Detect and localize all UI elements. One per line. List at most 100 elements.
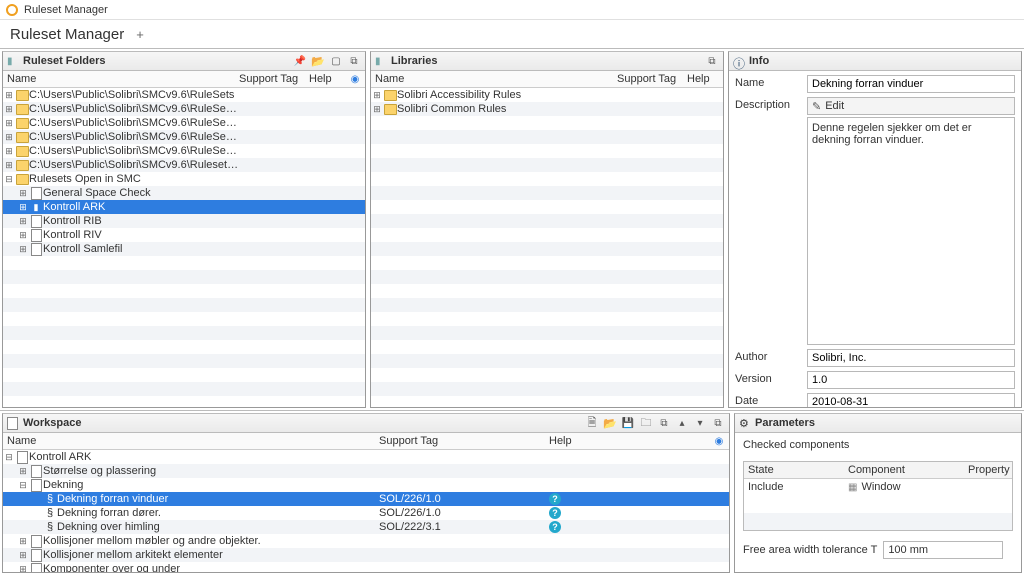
help-icon[interactable]: [549, 507, 561, 519]
expand-icon[interactable]: ⊞: [17, 564, 29, 573]
restore1-icon[interactable]: [657, 416, 671, 430]
restore2-icon[interactable]: [711, 416, 725, 430]
tree-row[interactable]: ⊟Kontroll ARK: [3, 450, 729, 464]
param-row[interactable]: Include Window: [744, 479, 1012, 496]
tree-row[interactable]: ⊞Kontroll RIB: [3, 214, 365, 228]
tree-row[interactable]: ⊞C:\Users\Public\Solibri\SMCv9.6\Ruleset…: [3, 158, 365, 172]
col-property[interactable]: Property: [964, 462, 1014, 478]
col-support[interactable]: Support Tag: [617, 73, 687, 85]
col-help[interactable]: Help: [687, 73, 723, 85]
move-up-icon[interactable]: [675, 416, 689, 430]
panel-header-info: Info: [729, 52, 1021, 71]
help-icon[interactable]: [549, 521, 561, 533]
expand-icon[interactable]: ⊞: [17, 466, 29, 477]
expand-icon[interactable]: ⊞: [3, 104, 15, 115]
restore-icon[interactable]: [347, 54, 361, 68]
tree-row[interactable]: ⊞C:\Users\Public\Solibri\SMCv9.6\RuleSet…: [3, 116, 365, 130]
tree-row[interactable]: ⊞ C:\Users\Public\Solibri\SMCv9.6\RuleSet…: [3, 88, 365, 102]
col-state[interactable]: State: [744, 462, 844, 478]
param-state: Include: [744, 479, 844, 496]
expand-icon[interactable]: ⊞: [17, 202, 29, 213]
tab-ruleset-manager[interactable]: Ruleset Manager: [10, 26, 124, 43]
col-name[interactable]: Name: [371, 73, 617, 85]
open-icon[interactable]: [603, 416, 617, 430]
libraries-tree[interactable]: ⊞Solibri Accessibility Rules⊞Solibri Com…: [371, 88, 723, 407]
info-author-input[interactable]: [807, 349, 1015, 367]
rule-icon: [43, 521, 57, 533]
tree-row[interactable]: ⊞Kollisjoner mellom arkitekt elementer: [3, 548, 729, 562]
expand-icon[interactable]: ⊞: [17, 550, 29, 561]
tree-row[interactable]: ⊟Dekning: [3, 478, 729, 492]
tree-row[interactable]: ⊞C:\Users\Public\Solibri\SMCv9.6\RuleSet…: [3, 130, 365, 144]
expand-icon[interactable]: ⊞: [3, 146, 15, 157]
expand-icon[interactable]: ⊟: [17, 480, 29, 491]
col-support[interactable]: Support Tag: [379, 435, 549, 447]
add-tab-button[interactable]: +: [132, 27, 148, 42]
free-area-value[interactable]: 100 mm: [883, 541, 1003, 559]
expand-icon[interactable]: ⊞: [3, 160, 15, 171]
tree-row[interactable]: ⊞Komponenter over og under: [3, 562, 729, 572]
move-down-icon[interactable]: [693, 416, 707, 430]
rule-icon: [43, 493, 57, 505]
tree-label: Dekning forran dører.: [57, 507, 379, 519]
col-support[interactable]: Support Tag: [239, 73, 309, 85]
support-tag: SOL/222/3.1: [379, 521, 549, 533]
tree-row[interactable]: ⊞C:\Users\Public\Solibri\SMCv9.6\RuleSet…: [3, 144, 365, 158]
saveas-icon[interactable]: [639, 416, 653, 430]
folders-tree[interactable]: ⊞ C:\Users\Public\Solibri\SMCv9.6\RuleSet…: [3, 88, 365, 407]
tree-row[interactable]: Dekning over himlingSOL/222/3.1: [3, 520, 729, 534]
tree-row[interactable]: ⊞Solibri Common Rules: [371, 102, 723, 116]
tree-row[interactable]: ⊞Kontroll Samlefil: [3, 242, 365, 256]
tree-label: C:\Users\Public\Solibri\SMCv9.6\RuleSets: [29, 89, 239, 101]
edit-button[interactable]: Edit: [825, 100, 844, 112]
new-icon[interactable]: [585, 416, 599, 430]
help-icon[interactable]: [549, 493, 561, 505]
save-icon[interactable]: [621, 416, 635, 430]
ruleset-icon: [29, 187, 43, 200]
tree-label: Størrelse og plassering: [43, 465, 379, 477]
expand-icon[interactable]: ⊞: [371, 90, 383, 101]
expand-icon[interactable]: ⊞: [3, 118, 15, 129]
info-version-input[interactable]: [807, 371, 1015, 389]
tree-row[interactable]: ⊞Solibri Accessibility Rules: [371, 88, 723, 102]
col-help[interactable]: Help: [309, 73, 345, 85]
tree-label: C:\Users\Public\Solibri\SMCv9.6\RuleSets…: [29, 103, 239, 115]
description-text[interactable]: Denne regelen sjekker om det er dekning …: [807, 117, 1015, 345]
maximize-icon[interactable]: [329, 54, 343, 68]
globe-icon[interactable]: [715, 435, 724, 447]
tree-row[interactable]: Dekning forran dører.SOL/226/1.0: [3, 506, 729, 520]
pin-icon[interactable]: [293, 54, 307, 68]
expand-icon[interactable]: ⊟: [3, 452, 15, 463]
expand-icon[interactable]: ⊟: [3, 174, 15, 185]
col-help[interactable]: Help: [549, 435, 709, 447]
expand-icon[interactable]: ⊞: [371, 104, 383, 115]
tree-row[interactable]: ⊞ C:\Users\Public\Solibri\SMCv9.6\RuleSet…: [3, 102, 365, 116]
tree-row[interactable]: ⊟Rulesets Open in SMC: [3, 172, 365, 186]
globe-icon[interactable]: [351, 73, 360, 85]
pencil-icon[interactable]: [812, 100, 821, 113]
tree-row[interactable]: Dekning forran vinduerSOL/226/1.0: [3, 492, 729, 506]
expand-icon[interactable]: ⊞: [17, 230, 29, 241]
col-name[interactable]: Name: [3, 73, 239, 85]
expand-icon[interactable]: ⊞: [3, 132, 15, 143]
restore-icon[interactable]: [705, 54, 719, 68]
tree-row[interactable]: ⊞General Space Check: [3, 186, 365, 200]
tree-row[interactable]: ⊞ Størrelse og plassering: [3, 464, 729, 478]
expand-icon[interactable]: ⊞: [17, 188, 29, 199]
info-date-input[interactable]: [807, 393, 1015, 407]
expand-icon[interactable]: ⊞: [17, 244, 29, 255]
tree-row[interactable]: ⊞Kollisjoner mellom møbler og andre obje…: [3, 534, 729, 548]
free-area-label: Free area width tolerance T: [743, 544, 877, 556]
panel-title: Info: [749, 55, 1017, 67]
expand-icon[interactable]: ⊞: [17, 216, 29, 227]
expand-icon[interactable]: ⊞: [3, 90, 15, 101]
workspace-tree[interactable]: ⊟Kontroll ARK⊞Størrelse og plassering⊟De…: [3, 450, 729, 572]
gear-icon: [739, 417, 751, 429]
expand-icon[interactable]: ⊞: [17, 536, 29, 547]
col-name[interactable]: Name: [3, 435, 379, 447]
tree-row[interactable]: ⊞Kontroll ARK: [3, 200, 365, 214]
open-folder-icon[interactable]: [311, 54, 325, 68]
col-component[interactable]: Component: [844, 462, 964, 478]
info-name-input[interactable]: [807, 75, 1015, 93]
tree-row[interactable]: ⊞Kontroll RIV: [3, 228, 365, 242]
